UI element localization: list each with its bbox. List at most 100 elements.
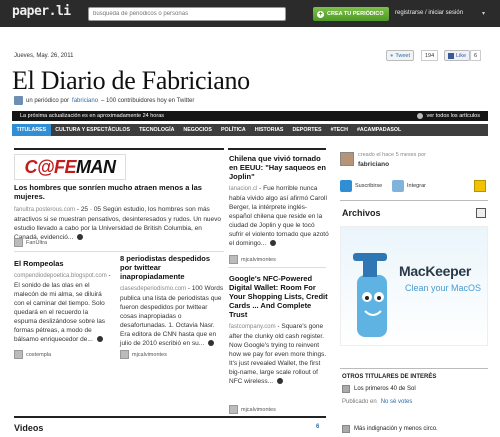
tab-titulares[interactable]: TITULARES bbox=[12, 124, 51, 136]
article-headline[interactable]: Google's NFC-Powered Digital Wallet: Roo… bbox=[229, 274, 329, 319]
byline-suffix: – 100 contribuidores hoy en Twitter bbox=[101, 97, 195, 104]
create-paper-label: CREA TU PERIÓDICO bbox=[327, 11, 384, 17]
tab-negocios[interactable]: NEGOCIOS bbox=[179, 124, 217, 136]
article-text: - El sonido de las olas en el malecón de… bbox=[14, 272, 111, 343]
videos-count[interactable]: 6 bbox=[316, 424, 319, 430]
list-item-text: Publicado en bbox=[342, 399, 377, 405]
column-divider bbox=[14, 416, 326, 418]
byline-prefix: un periódico por bbox=[26, 97, 70, 104]
avatar bbox=[229, 405, 238, 414]
subscribe-button[interactable]: Suscribirse bbox=[340, 180, 382, 192]
article-author[interactable]: FanUltra bbox=[14, 238, 47, 247]
paperli-logo[interactable]: paper.li bbox=[12, 4, 71, 19]
chile-article: Chilena que vivió tornado en EEUU: "Hay … bbox=[229, 154, 329, 248]
cafeman-logo-part-a: C@FE bbox=[24, 156, 77, 177]
integrate-label: Integrar bbox=[407, 183, 426, 189]
article-source[interactable]: fastcompany.com bbox=[229, 324, 276, 330]
spray-bottle-icon bbox=[353, 253, 387, 337]
article-text: - 100 Words publica una lista de periodi… bbox=[120, 285, 224, 347]
avatar bbox=[229, 255, 238, 264]
like-label: Like bbox=[456, 52, 467, 59]
author-name: mjcalvimontes bbox=[132, 351, 167, 358]
article-image[interactable]: C@FEMAN bbox=[14, 154, 126, 180]
article-headline[interactable]: 8 periodistas despedidos por twittear in… bbox=[120, 254, 224, 281]
mackeeper-ad[interactable]: MacKeeper Clean your MacOS bbox=[340, 226, 488, 346]
article-headline[interactable]: El Rompeolas bbox=[14, 259, 112, 268]
google-article: Google's NFC-Powered Digital Wallet: Roo… bbox=[229, 274, 329, 386]
byline: un periódico por fabriciano – 100 contri… bbox=[14, 96, 194, 105]
like-count: 6 bbox=[470, 50, 482, 61]
register-login-link[interactable]: registrarse / iniciar sesión bbox=[395, 10, 463, 16]
author-name: mjcalvimontes bbox=[241, 406, 276, 413]
star-icon[interactable] bbox=[474, 180, 486, 192]
info-icon[interactable] bbox=[270, 240, 277, 247]
other-headlines-heading: OTROS TITULARES DE INTERÉS bbox=[342, 374, 437, 380]
search-box[interactable] bbox=[88, 7, 286, 21]
curator-avatar[interactable] bbox=[340, 152, 354, 166]
periodistas-article: 8 periodistas despedidos por twittear in… bbox=[120, 254, 224, 348]
article-body: compendiodepoetica.blogspot.com - El son… bbox=[14, 271, 112, 344]
avatar bbox=[14, 238, 23, 247]
avatar bbox=[342, 425, 350, 433]
article-body: clasesdeperiodismo.com - 100 Words publi… bbox=[120, 284, 224, 348]
list-item[interactable]: Los primeros 40 de Sol bbox=[342, 385, 416, 393]
facebook-like-button[interactable]: Like bbox=[444, 50, 471, 61]
issue-date: Jueves, May. 26, 2011 bbox=[14, 53, 74, 59]
ad-brand: MacKeeper bbox=[399, 263, 472, 279]
rompeolas-article: El Rompeolas compendiodepoetica.blogspot… bbox=[14, 259, 112, 344]
info-icon[interactable] bbox=[208, 340, 215, 347]
search-input[interactable] bbox=[89, 8, 285, 20]
article-source[interactable]: clasesdeperiodismo.com bbox=[120, 286, 186, 292]
article-author[interactable]: costempla bbox=[14, 350, 51, 359]
cafeman-logo: C@FEMAN bbox=[24, 156, 116, 178]
videos-heading: Videos bbox=[14, 423, 44, 433]
article-body: lanacion.cl - Fue horrible nunca había v… bbox=[229, 184, 329, 248]
created-text: creado el hace 5 meses bbox=[358, 152, 417, 158]
by-text: por bbox=[417, 152, 426, 158]
article-source[interactable]: compendiodepoetica.blogspot.com bbox=[14, 273, 107, 279]
article-headline[interactable]: Los hombres que sonríen mucho atraen men… bbox=[14, 183, 226, 201]
all-articles-link[interactable]: ver todos los artículos bbox=[427, 113, 481, 119]
tab-tech[interactable]: #TECH bbox=[326, 124, 352, 136]
tweet-label: Tweet bbox=[395, 52, 411, 59]
info-icon[interactable] bbox=[276, 378, 283, 385]
tab-acampadasol[interactable]: #ACAMPADASOL bbox=[352, 124, 405, 136]
arrow-right-icon bbox=[416, 113, 423, 119]
article-source[interactable]: fanultra.posterous.com bbox=[14, 207, 75, 213]
create-paper-button[interactable]: + CREA TU PERIÓDICO bbox=[313, 7, 389, 21]
integrate-button[interactable]: Integrar bbox=[392, 180, 426, 192]
article-author[interactable]: mjcalvimontes bbox=[229, 405, 276, 414]
tweet-button[interactable]: ● Tweet bbox=[386, 50, 415, 61]
curator-link[interactable]: fabriciano bbox=[72, 98, 98, 104]
divider bbox=[340, 200, 488, 201]
article-author[interactable]: mjcalvimontes bbox=[229, 255, 276, 264]
tab-historias[interactable]: HISTORIAS bbox=[250, 124, 288, 136]
update-notice-bar: La próxima actualización es en aproximad… bbox=[12, 111, 488, 121]
article-author[interactable]: mjcalvimontes bbox=[120, 350, 167, 359]
tab-cultura[interactable]: CULTURA Y ESPECTÁCULOS bbox=[51, 124, 135, 136]
author-name: FanUltra bbox=[26, 239, 48, 246]
tab-politica[interactable]: POLÍTICA bbox=[216, 124, 250, 136]
info-icon[interactable] bbox=[77, 234, 84, 241]
paper-icon bbox=[14, 96, 23, 105]
list-item[interactable]: Más indignación y menos circo. bbox=[342, 425, 438, 433]
info-icon[interactable] bbox=[96, 336, 103, 343]
ad-tagline: Clean your MacOS bbox=[405, 283, 482, 293]
tab-deportes[interactable]: DEPORTES bbox=[288, 124, 326, 136]
article-headline[interactable]: Chilena que vivió tornado en EEUU: "Hay … bbox=[229, 154, 329, 181]
list-item[interactable]: Publicado en No sé votes bbox=[342, 399, 412, 405]
tab-tecnologia[interactable]: TECNOLOGÍA bbox=[135, 124, 179, 136]
divider bbox=[14, 251, 224, 252]
calendar-icon[interactable] bbox=[476, 208, 486, 218]
page-title: El Diario de Fabriciano bbox=[12, 66, 250, 95]
section-nav: TITULARES CULTURA Y ESPECTÁCULOS TECNOLO… bbox=[12, 124, 488, 136]
subscribe-label: Suscribirse bbox=[355, 183, 383, 189]
top-bar: paper.li + CREA TU PERIÓDICO registrarse… bbox=[0, 0, 500, 27]
chevron-down-icon[interactable]: ▾ bbox=[482, 10, 485, 17]
tweet-count: 194 bbox=[421, 50, 439, 61]
list-item-source[interactable]: No sé votes bbox=[381, 399, 413, 405]
code-icon bbox=[392, 180, 404, 192]
curator-name[interactable]: fabriciano bbox=[358, 161, 389, 168]
article-source[interactable]: lanacion.cl bbox=[229, 186, 257, 192]
divider bbox=[228, 267, 326, 268]
